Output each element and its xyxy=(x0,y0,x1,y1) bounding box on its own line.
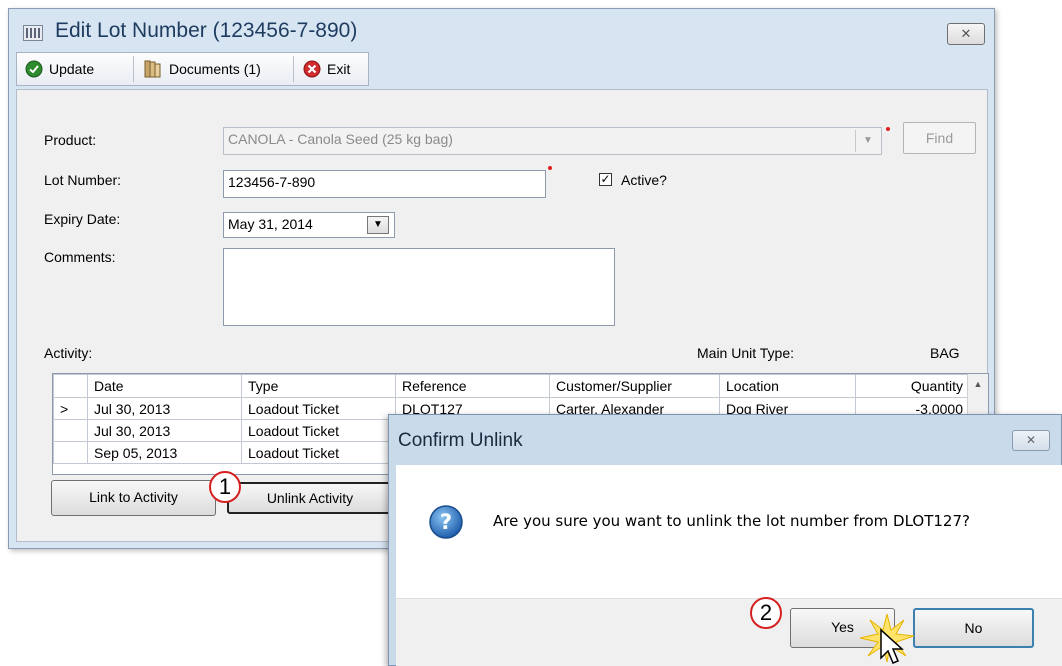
dialog-title: Confirm Unlink xyxy=(398,430,523,451)
column-header-location[interactable]: Location xyxy=(719,374,856,398)
update-label: Update xyxy=(49,61,95,77)
mouse-cursor-icon xyxy=(880,628,904,664)
cell-date: Sep 05, 2013 xyxy=(87,441,242,464)
find-button[interactable]: Find xyxy=(903,122,976,154)
chevron-down-icon: ▼ xyxy=(855,130,880,152)
main-unit-type-value: BAG xyxy=(930,345,960,361)
link-to-activity-button[interactable]: Link to Activity xyxy=(51,480,216,516)
cell-type: Loadout Ticket xyxy=(241,397,396,420)
svg-text:?: ? xyxy=(440,510,452,534)
toolbar-separator xyxy=(293,56,294,82)
toolbar-separator xyxy=(133,56,134,82)
active-label: Active? xyxy=(621,172,667,188)
column-header-selector xyxy=(53,374,88,398)
row-marker: > xyxy=(53,397,88,420)
table-header-row: Date Type Reference Customer/Supplier Lo… xyxy=(53,374,970,398)
expiry-date-label: Expiry Date: xyxy=(44,211,121,227)
exit-icon xyxy=(303,60,321,78)
update-button[interactable]: Update xyxy=(19,53,129,85)
required-indicator xyxy=(886,127,890,131)
chevron-down-icon[interactable]: ▼ xyxy=(367,216,389,234)
documents-label: Documents (1) xyxy=(169,61,261,77)
column-header-date[interactable]: Date xyxy=(87,374,242,398)
close-icon: ✕ xyxy=(1025,433,1037,447)
product-label: Product: xyxy=(44,132,97,148)
close-icon: ✕ xyxy=(960,26,972,41)
cell-type: Loadout Ticket xyxy=(241,441,396,464)
window-title: Edit Lot Number (123456-7-890) xyxy=(55,19,358,42)
column-header-reference[interactable]: Reference xyxy=(395,374,550,398)
documents-icon xyxy=(144,60,161,78)
activity-label: Activity: xyxy=(44,345,93,361)
active-checkbox[interactable]: ✓ xyxy=(599,173,612,186)
scroll-up-icon[interactable]: ▲ xyxy=(968,374,988,394)
column-header-quantity[interactable]: Quantity xyxy=(855,374,970,398)
dialog-body xyxy=(396,465,1062,598)
documents-button[interactable]: Documents (1) xyxy=(137,53,287,85)
column-header-type[interactable]: Type xyxy=(241,374,396,398)
window-icon xyxy=(23,25,43,41)
close-button[interactable]: ✕ xyxy=(947,23,985,45)
exit-label: Exit xyxy=(327,61,351,77)
dialog-message: Are you sure you want to unlink the lot … xyxy=(493,512,970,530)
main-unit-type-label: Main Unit Type: xyxy=(697,345,795,361)
unlink-activity-button[interactable]: Unlink Activity xyxy=(227,482,393,514)
check-circle-icon xyxy=(25,60,43,78)
exit-button[interactable]: Exit xyxy=(297,53,367,85)
question-icon: ? xyxy=(429,505,463,539)
row-marker xyxy=(53,419,88,442)
column-header-customer[interactable]: Customer/Supplier xyxy=(549,374,720,398)
comments-label: Comments: xyxy=(44,249,116,265)
required-indicator xyxy=(548,166,552,170)
step-callout-1: 1 xyxy=(209,471,241,503)
cell-type: Loadout Ticket xyxy=(241,419,396,442)
lot-number-input[interactable]: 123456-7-890 xyxy=(223,170,546,198)
no-button[interactable]: No xyxy=(913,608,1034,648)
dialog-close-button[interactable]: ✕ xyxy=(1012,430,1050,451)
lot-number-label: Lot Number: xyxy=(44,172,122,188)
toolbar: Update Documents (1) Exit xyxy=(16,52,369,86)
product-field: CANOLA - Canola Seed (25 kg bag) xyxy=(223,127,882,155)
row-marker xyxy=(53,441,88,464)
cell-date: Jul 30, 2013 xyxy=(87,397,242,420)
cell-date: Jul 30, 2013 xyxy=(87,419,242,442)
step-callout-2: 2 xyxy=(750,597,782,629)
comments-input[interactable] xyxy=(223,248,615,326)
